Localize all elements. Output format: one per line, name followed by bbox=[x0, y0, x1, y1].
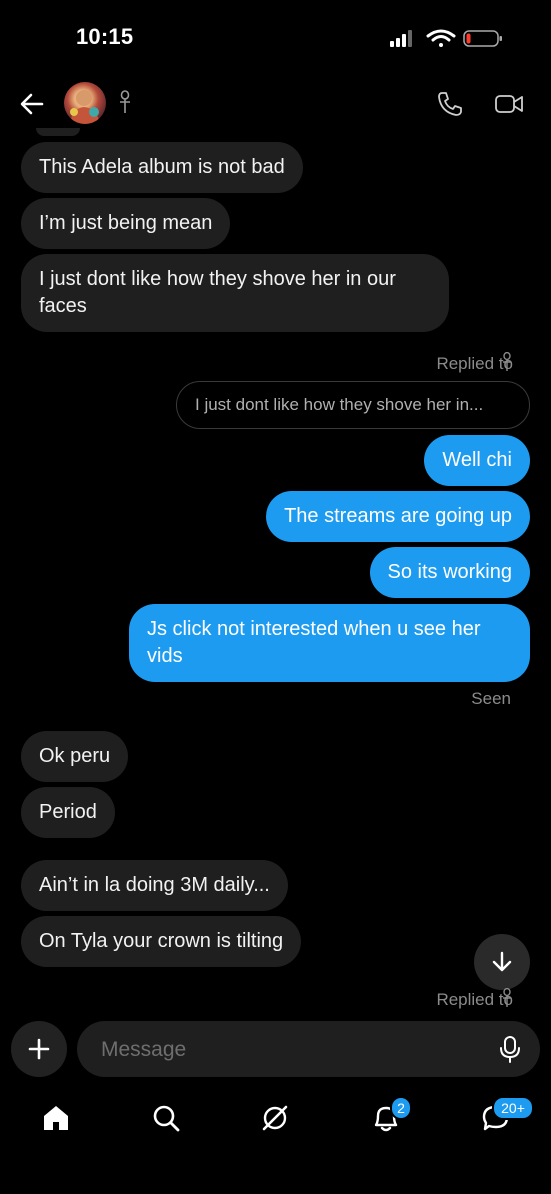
message-bubble-outgoing[interactable]: Well chi bbox=[424, 435, 530, 486]
scroll-to-bottom-button[interactable] bbox=[474, 934, 530, 990]
message-bubble-incoming[interactable]: Ok peru bbox=[21, 731, 129, 782]
status-time: 10:15 bbox=[76, 24, 134, 49]
signal-icon bbox=[390, 30, 412, 47]
status-icons bbox=[390, 29, 502, 47]
arrow-down-icon bbox=[492, 951, 512, 972]
message-bubble-incoming[interactable]: On Tyla your crown is tilting bbox=[21, 916, 302, 967]
ankh-icon bbox=[503, 352, 511, 371]
wifi-icon bbox=[426, 29, 456, 47]
arrow-left-icon[interactable] bbox=[18, 90, 46, 118]
message-composer bbox=[77, 1021, 540, 1077]
add-attachment-button[interactable] bbox=[11, 1021, 67, 1077]
reply-quote[interactable]: I just dont like how they shove her in..… bbox=[176, 381, 530, 429]
video-camera-icon[interactable] bbox=[494, 92, 524, 116]
clipped-bubble bbox=[36, 128, 80, 136]
avatar[interactable] bbox=[64, 82, 106, 124]
search-icon[interactable] bbox=[150, 1102, 182, 1134]
notifications-badge: 2 bbox=[390, 1096, 412, 1120]
message-bubble-outgoing[interactable]: The streams are going up bbox=[266, 491, 530, 542]
home-icon[interactable] bbox=[40, 1102, 72, 1134]
battery-icon bbox=[463, 30, 502, 47]
grok-icon[interactable] bbox=[259, 1102, 291, 1134]
ankh-icon bbox=[503, 988, 511, 1007]
message-input[interactable] bbox=[99, 1033, 483, 1067]
phone-icon[interactable] bbox=[436, 90, 464, 118]
message-bubble-incoming[interactable]: Ain’t in la doing 3M daily... bbox=[21, 860, 288, 911]
messages-badge: 20+ bbox=[492, 1096, 534, 1120]
plus-icon bbox=[28, 1038, 50, 1060]
seen-status: Seen bbox=[471, 689, 511, 708]
message-bubble-outgoing[interactable]: So its working bbox=[369, 547, 530, 598]
message-bubble-incoming[interactable]: Period bbox=[21, 787, 115, 838]
message-bubble-outgoing[interactable]: Js click not interested when u see her v… bbox=[129, 604, 530, 682]
ankh-icon bbox=[120, 90, 130, 113]
microphone-icon[interactable] bbox=[498, 1035, 522, 1063]
message-bubble-incoming[interactable]: I just dont like how they shove her in o… bbox=[21, 254, 449, 332]
message-bubble-incoming[interactable]: This Adela album is not bad bbox=[21, 142, 303, 193]
avatar-image bbox=[70, 90, 100, 124]
message-bubble-incoming[interactable]: I’m just being mean bbox=[21, 198, 231, 249]
